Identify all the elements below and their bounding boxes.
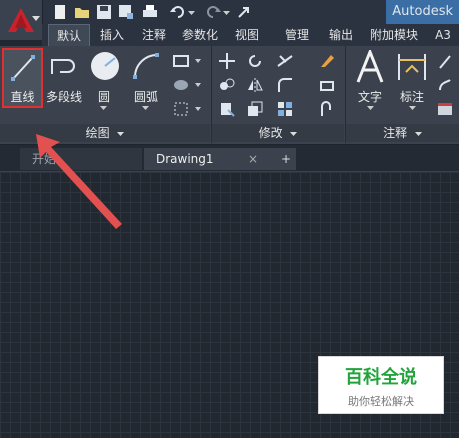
watermark-subtitle: 助你轻松解决 <box>348 395 414 408</box>
watermark-title: 百科全说 <box>345 367 417 388</box>
watermark-logo: 百科全说 助你轻松解决 <box>318 356 444 414</box>
